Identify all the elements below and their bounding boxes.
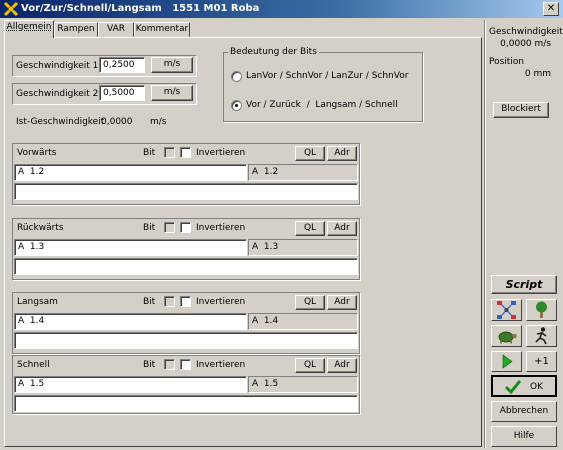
bit-label: Bit [143,360,156,370]
runner-fast-button[interactable] [526,325,557,347]
speed2-input[interactable]: 0,5000 [99,85,145,101]
bit-checkbox[interactable] [164,296,175,307]
sidebar-speed-value: 0,0000 m/s [500,39,551,49]
address-display: A 1.5 [248,376,358,393]
invert-checkbox[interactable] [180,296,191,307]
network-icon [497,301,516,319]
adr-button[interactable]: Adr [327,295,357,310]
address-display: A 1.2 [248,164,358,181]
bit-label: Bit [143,223,156,233]
runner-icon [535,327,547,345]
bit-label: Bit [143,148,156,158]
bits-meaning-group [223,52,423,122]
sidebar-position-value: 0 mm [524,69,551,79]
script-button[interactable]: Script [491,275,557,294]
radio-vor-zurueck[interactable] [231,100,242,111]
bit-row-group: Langsam Bit Invertieren QL Adr A 1.4 A 1… [12,292,360,354]
ql-button[interactable]: QL [295,358,325,373]
help-button[interactable]: Hilfe [491,426,557,447]
play-icon [502,354,513,369]
sidebar-divider [484,20,486,448]
comment-input[interactable] [14,395,358,412]
bit-row-label: Vorwärts [17,148,57,158]
turtle-icon [498,331,517,344]
app-icon [3,1,19,17]
invert-checkbox[interactable] [180,147,191,158]
actual-speed-value: 0,0000 [101,117,133,127]
invert-checkbox[interactable] [180,222,191,233]
ql-button[interactable]: QL [295,146,325,161]
adr-button[interactable]: Adr [327,221,357,236]
comment-input[interactable] [14,332,358,349]
plus-one-button[interactable]: +1 [526,351,557,372]
address-display: A 1.3 [248,239,358,256]
bit-row-label: Schnell [17,360,50,370]
invert-label: Invertieren [196,297,246,307]
comment-input[interactable] [14,183,358,200]
ok-button[interactable]: OK [491,375,557,397]
speed1-input[interactable]: 0,2500 [99,57,145,73]
turtle-slow-button[interactable] [491,325,522,347]
tab-var[interactable]: VAR [98,22,134,37]
radio-lanvor[interactable] [231,71,242,82]
radio-lanvor-label: LanVor / SchnVor / LanZur / SchnVor [246,71,409,81]
actual-speed-unit: m/s [150,117,167,127]
adr-button[interactable]: Adr [327,358,357,373]
speed2-label: Geschwindigkeit 2 [16,89,99,99]
tree-tool-button[interactable] [526,299,557,321]
invert-label: Invertieren [196,223,246,233]
close-button[interactable]: ✕ [543,2,559,16]
close-icon: ✕ [546,3,556,14]
bit-checkbox[interactable] [164,359,175,370]
speed1-label: Geschwindigkeit 1 [16,61,99,71]
ql-button[interactable]: QL [295,295,325,310]
comment-input[interactable] [14,258,358,275]
bits-meaning-title: Bedeutung der Bits [228,46,319,58]
bit-row-label: Rückwärts [17,223,64,233]
invert-label: Invertieren [196,148,246,158]
adr-button[interactable]: Adr [327,146,357,161]
address-input[interactable]: A 1.4 [14,313,247,330]
invert-label: Invertieren [196,360,246,370]
bit-checkbox[interactable] [164,147,175,158]
play-button[interactable] [491,351,522,372]
bit-row-group: Vorwärts Bit Invertieren QL Adr A 1.2 A … [12,143,360,205]
address-display: A 1.4 [248,313,358,330]
tab-kommentar[interactable]: Kommentar [134,22,190,37]
tab-rampen[interactable]: Rampen [54,22,98,37]
bit-checkbox[interactable] [164,222,175,233]
bit-row-label: Langsam [17,297,58,307]
bit-row-group: Schnell Bit Invertieren QL Adr A 1.5 A 1… [12,355,360,414]
ok-label: OK [530,382,543,392]
bit-label: Bit [143,297,156,307]
tab-allgemein[interactable]: Allgemein [4,20,54,38]
speed1-unit-button[interactable]: m/s [151,57,193,73]
cancel-button[interactable]: Abbrechen [491,401,557,422]
speed2-unit-button[interactable]: m/s [151,85,193,101]
address-input[interactable]: A 1.5 [14,376,247,393]
blocked-button[interactable]: Blockiert [493,102,549,118]
ql-button[interactable]: QL [295,221,325,236]
check-icon [505,380,521,394]
invert-checkbox[interactable] [180,359,191,370]
address-input[interactable]: A 1.2 [14,164,247,181]
window-title: Vor/Zur/Schnell/Langsam 1551 M01 Roba [21,3,260,14]
network-tool-button[interactable] [491,299,522,321]
bit-row-group: Rückwärts Bit Invertieren QL Adr A 1.3 A… [12,218,360,280]
address-input[interactable]: A 1.3 [14,239,247,256]
sidebar-speed-label: Geschwindigkeit [489,27,563,37]
actual-speed-label: Ist-Geschwindigkeit [16,117,105,127]
sidebar-position-label: Position [489,57,525,67]
tree-icon [536,301,547,318]
radio-vor-zurueck-label: Vor / Zurück / Langsam / Schnell [246,100,398,110]
